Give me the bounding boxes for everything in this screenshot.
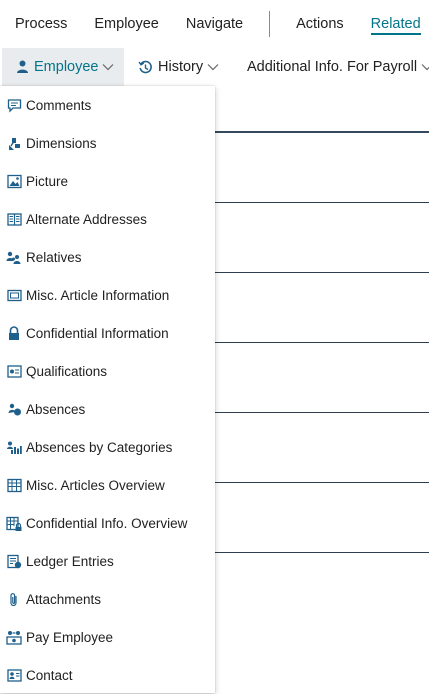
action-bar: Process Employee Navigate Actions Relate… xyxy=(0,0,429,48)
menu-item-comments[interactable]: Comments xyxy=(0,86,215,124)
grid-lock-icon xyxy=(6,515,22,531)
chevron-down-icon xyxy=(207,59,219,75)
history-icon xyxy=(138,60,153,75)
menu-item-label: Ledger Entries xyxy=(26,553,114,569)
employee-menu-label: Employee xyxy=(34,59,99,75)
tab-navigate[interactable]: Navigate xyxy=(186,0,243,48)
menu-item-label: Alternate Addresses xyxy=(26,211,147,227)
menu-item-contact[interactable]: Contact xyxy=(0,656,215,694)
menu-item-label: Contact xyxy=(26,667,73,683)
certificate-icon xyxy=(6,363,22,379)
contact-card-icon xyxy=(6,667,22,683)
absence-category-icon xyxy=(6,439,22,455)
content-divider xyxy=(214,202,429,203)
chevron-down-icon xyxy=(421,59,429,75)
grid-list-icon xyxy=(6,477,22,493)
person-icon xyxy=(16,60,29,74)
menu-item-qualifications[interactable]: Qualifications xyxy=(0,352,215,390)
comment-icon xyxy=(6,97,22,113)
menu-item-label: Comments xyxy=(26,97,92,113)
tab-employee[interactable]: Employee xyxy=(94,0,158,48)
menu-item-picture[interactable]: Picture xyxy=(0,162,215,200)
menu-item-label: Confidential Info. Overview xyxy=(26,515,188,531)
menu-item-label: Absences xyxy=(26,401,86,417)
menu-item-absences-by-categories[interactable]: Absences by Categories xyxy=(0,428,215,466)
menu-item-label: Picture xyxy=(26,173,69,189)
article-icon xyxy=(6,287,22,303)
related-sub-bar: Employee History Additional Info. For Pa… xyxy=(0,48,429,86)
paperclip-icon xyxy=(6,591,22,607)
menu-item-label: Confidential Information xyxy=(26,325,169,341)
dimensions-icon xyxy=(6,135,22,151)
content-divider xyxy=(214,552,429,553)
ledger-icon xyxy=(6,553,22,569)
menu-item-dimensions[interactable]: Dimensions xyxy=(0,124,215,162)
content-divider xyxy=(214,412,429,413)
additional-info-payroll-label: Additional Info. For Payroll xyxy=(247,59,418,75)
menu-item-label: Relatives xyxy=(26,249,82,265)
menu-item-ledger-entries[interactable]: Ledger Entries xyxy=(0,542,215,580)
menu-item-label: Misc. Article Information xyxy=(26,287,170,303)
lock-icon xyxy=(6,325,22,341)
absence-icon xyxy=(6,401,22,417)
menu-item-label: Misc. Articles Overview xyxy=(26,477,165,493)
menu-item-label: Dimensions xyxy=(26,135,97,151)
history-menu-label: History xyxy=(158,59,204,75)
menu-item-misc-articles-overview[interactable]: Misc. Articles Overview xyxy=(0,466,215,504)
tab-process[interactable]: Process xyxy=(15,0,67,48)
menu-item-relatives[interactable]: Relatives xyxy=(0,238,215,276)
picture-icon xyxy=(6,173,22,189)
menu-item-misc-article-information[interactable]: Misc. Article Information xyxy=(0,276,215,314)
tab-related[interactable]: Related xyxy=(370,0,421,48)
menu-item-label: Absences by Categories xyxy=(26,439,173,455)
additional-info-payroll-menu-button[interactable]: Additional Info. For Payroll xyxy=(247,48,429,86)
content-divider xyxy=(214,131,429,133)
address-book-icon xyxy=(6,211,22,227)
tab-actions[interactable]: Actions xyxy=(296,0,344,48)
employee-dropdown-menu: Comments Dimensions Picture Alternate Ad… xyxy=(0,86,215,693)
content-divider xyxy=(214,342,429,343)
menu-item-confidential-info-overview[interactable]: Confidential Info. Overview xyxy=(0,504,215,542)
menu-item-absences[interactable]: Absences xyxy=(0,390,215,428)
menu-item-label: Attachments xyxy=(26,591,102,607)
menu-item-alternate-addresses[interactable]: Alternate Addresses xyxy=(0,200,215,238)
menu-item-label: Qualifications xyxy=(26,363,108,379)
chevron-down-icon xyxy=(102,59,114,75)
pay-icon xyxy=(6,629,22,645)
content-divider xyxy=(214,482,429,483)
action-bar-divider xyxy=(269,11,271,37)
menu-item-attachments[interactable]: Attachments xyxy=(0,580,215,618)
menu-item-confidential-information[interactable]: Confidential Information xyxy=(0,314,215,352)
employee-menu-button[interactable]: Employee xyxy=(2,48,124,86)
history-menu-button[interactable]: History xyxy=(138,48,219,86)
page: Process Employee Navigate Actions Relate… xyxy=(0,0,429,694)
menu-item-pay-employee[interactable]: Pay Employee xyxy=(0,618,215,656)
content-divider xyxy=(214,272,429,273)
people-icon xyxy=(6,249,22,265)
menu-item-label: Pay Employee xyxy=(26,629,114,645)
